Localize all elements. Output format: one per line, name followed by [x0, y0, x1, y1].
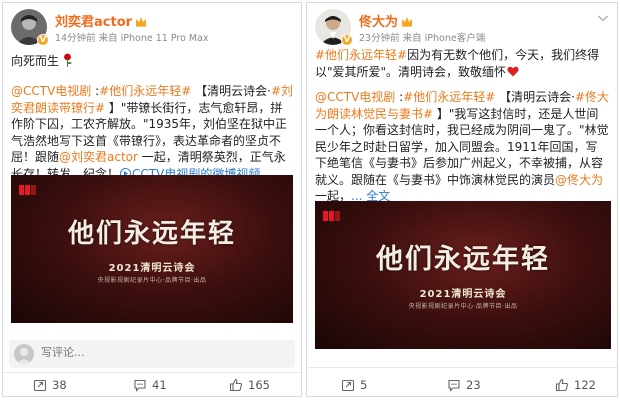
- verified-badge-icon: V: [37, 34, 49, 46]
- comment-avatar: [14, 344, 34, 364]
- verified-crown-icon: [402, 17, 413, 27]
- chevron-down-icon[interactable]: [597, 13, 609, 23]
- post-meta: 23分钟前 来自 iPhone客户端: [359, 33, 486, 44]
- post-body: @CCTV电视剧 :#他们永远年轻# 【清明云诗会·#刘奕君朗读带镣行# 】"带…: [11, 84, 293, 181]
- video-thumbnail[interactable]: 他们永远年轻 2021清明云诗会 央视影视剧纪录片中心·品牌节目·出品: [11, 175, 293, 323]
- divider: [3, 372, 301, 373]
- post-body: #他们永远年轻#因为有无数个他们，今天，我们终得以"爱其所爱"。清明诗会，致敬缅…: [315, 48, 600, 79]
- post-body-forward: @CCTV电视剧 :#他们永远年轻# 【清明云诗会·#佟大为朗读林觉民与妻书# …: [315, 90, 609, 203]
- comment-input[interactable]: [41, 346, 241, 359]
- repost-icon: [341, 379, 355, 392]
- repost-icon: [33, 379, 47, 392]
- action-bar: 5 23 122: [307, 378, 617, 396]
- like-icon: [555, 378, 569, 392]
- weibo-post-left: V 刘奕君actor 14分钟前 来自 iPhone 11 Pro Max 向死…: [2, 2, 302, 397]
- video-subtitle: 2021清明云诗会: [419, 289, 507, 300]
- cctv-logo-icon: [323, 211, 340, 221]
- like-button[interactable]: 165: [229, 378, 270, 392]
- comment-button[interactable]: 23: [447, 378, 481, 392]
- mention-link[interactable]: @佟大为: [555, 173, 603, 187]
- video-caption: 央视影视剧纪录片中心·品牌节目·出品: [97, 277, 207, 284]
- topic-link[interactable]: #他们永远年轻#: [99, 84, 191, 98]
- post-header: V 刘奕君actor 14分钟前 来自 iPhone 11 Pro Max: [11, 9, 293, 49]
- like-button[interactable]: 122: [555, 378, 596, 392]
- repost-button[interactable]: 38: [33, 378, 67, 392]
- weibo-post-right: V 佟大为 23分钟前 来自 iPhone客户端 #他们永远年轻#因为有无数个他…: [306, 2, 618, 397]
- mention-link[interactable]: @刘奕君actor: [59, 150, 138, 164]
- divider: [307, 367, 617, 368]
- rose-icon: [63, 53, 72, 67]
- topic-link[interactable]: #他们永远年轻#: [315, 48, 407, 62]
- action-bar: 38 41 165: [3, 378, 301, 396]
- cctv-logo-icon: [19, 185, 36, 195]
- video-title: 他们永远年轻: [67, 219, 236, 249]
- comment-button[interactable]: 41: [133, 378, 167, 392]
- comment-box[interactable]: [9, 340, 295, 368]
- post-text-line1: 向死而生: [11, 53, 293, 70]
- like-icon: [229, 378, 243, 392]
- username[interactable]: 佟大为: [359, 11, 413, 30]
- username[interactable]: 刘奕君actor: [55, 11, 147, 30]
- mention-link[interactable]: @CCTV电视剧: [315, 90, 395, 104]
- video-title: 他们永远年轻: [376, 244, 550, 275]
- video-subtitle: 2021清明云诗会: [108, 263, 196, 274]
- video-caption: 央视影视剧纪录片中心·品牌节目·出品: [408, 303, 518, 310]
- post-header: V 佟大为 23分钟前 来自 iPhone客户端: [315, 9, 609, 49]
- heart-icon: [507, 66, 519, 76]
- comment-icon: [134, 379, 146, 392]
- comment-icon: [448, 379, 460, 392]
- repost-button[interactable]: 5: [341, 378, 367, 392]
- verified-badge-icon: V: [341, 34, 353, 46]
- mention-link[interactable]: @CCTV电视剧: [11, 84, 91, 98]
- video-thumbnail[interactable]: 他们永远年轻 2021清明云诗会 央视影视剧纪录片中心·品牌节目·出品: [315, 201, 611, 349]
- topic-link[interactable]: #他们永远年轻#: [403, 90, 495, 104]
- verified-crown-icon: [136, 17, 147, 27]
- post-meta: 14分钟前 来自 iPhone 11 Pro Max: [55, 33, 209, 44]
